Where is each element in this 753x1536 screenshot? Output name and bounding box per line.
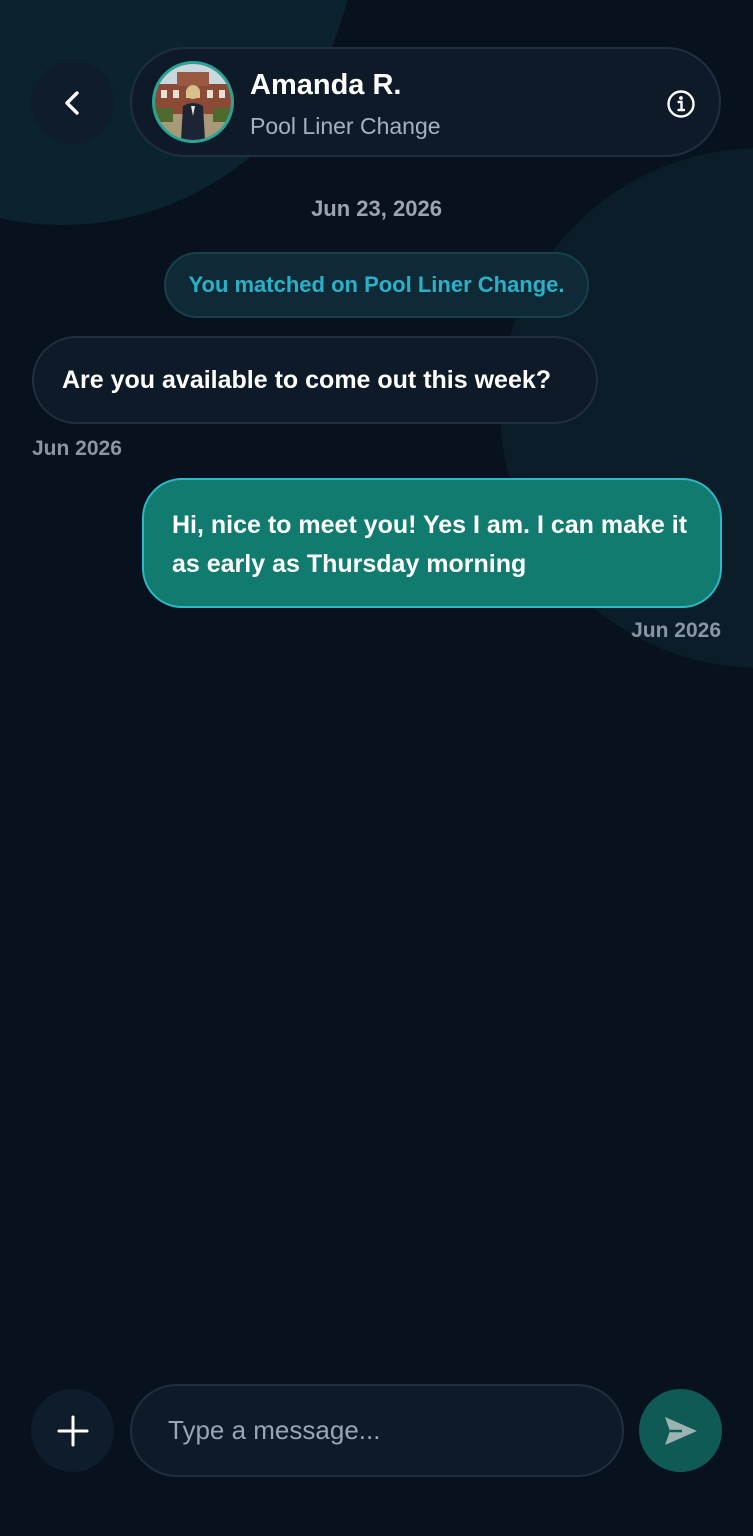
chat-screen: Amanda R. Pool Liner Change Jun 23, 2026… xyxy=(0,0,753,1536)
back-button[interactable] xyxy=(31,61,114,144)
contact-header[interactable]: Amanda R. Pool Liner Change xyxy=(130,47,721,157)
contact-subtitle: Pool Liner Change xyxy=(250,113,441,139)
outgoing-message[interactable]: Hi, nice to meet you! Yes I am. I can ma… xyxy=(142,478,722,608)
outgoing-message-time: Jun 2026 xyxy=(631,619,721,642)
info-button[interactable] xyxy=(666,89,696,119)
incoming-message[interactable]: Are you available to come out this week? xyxy=(32,336,598,424)
contact-name: Amanda R. xyxy=(250,69,402,101)
message-input[interactable] xyxy=(130,1384,624,1477)
send-icon xyxy=(664,1416,697,1445)
plus-icon xyxy=(57,1415,88,1446)
send-button[interactable] xyxy=(639,1389,722,1472)
incoming-message-time: Jun 2026 xyxy=(32,437,122,460)
add-attachment-button[interactable] xyxy=(31,1389,114,1472)
system-message: You matched on Pool Liner Change. xyxy=(164,252,589,318)
info-icon xyxy=(667,90,695,118)
chevron-left-icon xyxy=(64,90,79,115)
date-separator: Jun 23, 2026 xyxy=(311,196,442,221)
avatar-photo xyxy=(155,64,231,140)
avatar[interactable] xyxy=(152,61,234,143)
